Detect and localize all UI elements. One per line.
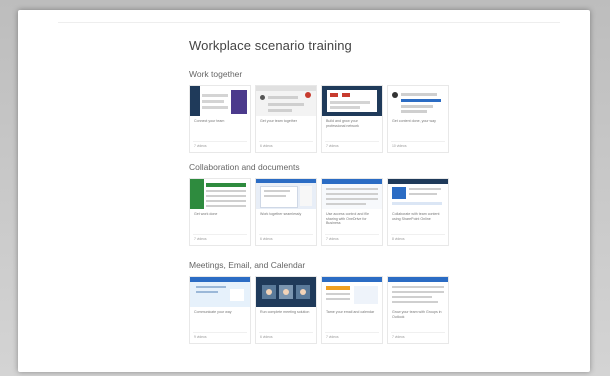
card-thumbnail — [322, 86, 382, 116]
card-video-count: 7 videos — [392, 335, 405, 339]
card-video-count: 7 videos — [326, 144, 339, 148]
card-groups-in-outlook[interactable]: Grow your team with Groups in Outlook 7 … — [387, 276, 449, 344]
section-title-meetings: Meetings, Email, and Calendar — [189, 260, 306, 270]
card-email-calendar[interactable]: Tame your email and calendar 7 videos — [321, 276, 383, 344]
card-meeting-solution[interactable]: Run complete meeting solution 6 videos — [255, 276, 317, 344]
card-caption: Communicate your way — [194, 310, 232, 314]
card-professional-network[interactable]: Build and grow your professional network… — [321, 85, 383, 153]
card-video-count: 6 videos — [260, 237, 273, 241]
card-video-count: 6 videos — [260, 335, 273, 339]
card-caption: Build and grow your professional network — [326, 119, 359, 128]
card-thumbnail — [190, 86, 250, 116]
card-thumbnail — [256, 86, 316, 116]
card-thumbnail — [388, 179, 448, 209]
top-divider — [58, 22, 560, 23]
card-video-count: 8 videos — [392, 237, 405, 241]
card-caption: Collaborate with team content using Shar… — [392, 212, 440, 221]
card-caption: Get work done — [194, 212, 218, 216]
card-onedrive-sharing[interactable]: Use access control and file sharing with… — [321, 178, 383, 246]
card-video-count: 6 videos — [260, 144, 273, 148]
card-get-content-done[interactable]: Get content done, your way 10 videos — [387, 85, 449, 153]
card-video-count: 10 videos — [392, 144, 407, 148]
card-connect-your-team[interactable]: Connect your team 7 videos — [189, 85, 251, 153]
page-title: Workplace scenario training — [189, 38, 352, 53]
card-video-count: 7 videos — [194, 144, 207, 148]
training-page: Workplace scenario training Work togethe… — [18, 10, 590, 372]
card-video-count: 9 videos — [194, 335, 207, 339]
card-thumbnail — [190, 179, 250, 209]
card-caption: Work together seamlessly — [260, 212, 302, 216]
card-communicate-your-way[interactable]: Communicate your way 9 videos — [189, 276, 251, 344]
card-video-count: 7 videos — [326, 335, 339, 339]
card-thumbnail — [322, 179, 382, 209]
card-thumbnail — [322, 277, 382, 307]
card-video-count: 7 videos — [194, 237, 207, 241]
card-caption: Get content done, your way — [392, 119, 436, 123]
card-thumbnail — [190, 277, 250, 307]
card-caption: Connect your team — [194, 119, 225, 123]
card-caption: Tame your email and calendar — [326, 310, 375, 314]
card-work-together-seamlessly[interactable]: Work together seamlessly 6 videos — [255, 178, 317, 246]
card-caption: Grow your team with Groups in Outlook — [392, 310, 442, 319]
card-caption: Run complete meeting solution — [260, 310, 310, 314]
card-thumbnail — [388, 86, 448, 116]
section-title-work-together: Work together — [189, 69, 243, 79]
card-get-your-team-together[interactable]: Get your team together 6 videos — [255, 85, 317, 153]
card-thumbnail — [256, 179, 316, 209]
section-title-collaboration: Collaboration and documents — [189, 162, 300, 172]
card-thumbnail — [388, 277, 448, 307]
card-caption: Use access control and file sharing with… — [326, 212, 369, 225]
card-sharepoint-online[interactable]: Collaborate with team content using Shar… — [387, 178, 449, 246]
card-get-work-done[interactable]: Get work done 7 videos — [189, 178, 251, 246]
card-caption: Get your team together — [260, 119, 297, 123]
card-video-count: 7 videos — [326, 237, 339, 241]
card-thumbnail — [256, 277, 316, 307]
